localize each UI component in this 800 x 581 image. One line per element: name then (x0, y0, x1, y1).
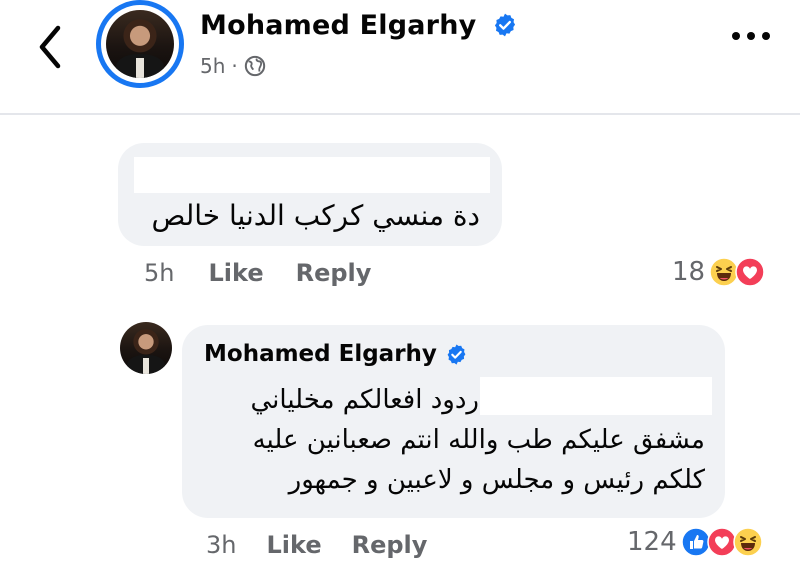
reply-button[interactable]: Reply (352, 531, 428, 559)
divider (0, 113, 800, 115)
comment-bubble[interactable]: دة منسي كركب الدنيا خالص (118, 143, 502, 246)
reply-button[interactable]: Reply (296, 259, 372, 287)
meta-separator: · (231, 54, 238, 78)
verified-badge-icon (447, 343, 466, 365)
comment-text: دة منسي كركب الدنيا خالص (151, 199, 480, 232)
comment-time[interactable]: 5h (144, 259, 174, 287)
reply-reactions[interactable]: 124 (627, 527, 763, 557)
redacted-name-box (134, 157, 490, 193)
globe-icon (244, 55, 265, 77)
reply-line: كلكم رئيس و مجلس و لاعبين و جمهور (288, 465, 705, 495)
avatar (106, 10, 174, 78)
like-button[interactable]: Like (266, 531, 321, 559)
reply-line: ردود افعالكم مخلياني (250, 385, 480, 415)
redacted-mention-box (480, 377, 712, 415)
reply-actions: 3h Like Reply (206, 531, 427, 559)
author-name-row[interactable]: Mohamed Elgarhy (200, 10, 518, 41)
author-name[interactable]: Mohamed Elgarhy (200, 10, 476, 41)
comment-reactions[interactable]: 18 (672, 257, 765, 287)
post-meta: 5h · (200, 54, 266, 78)
reply-author-avatar[interactable] (120, 322, 172, 374)
reaction-count: 18 (672, 257, 706, 287)
love-reaction-icon (735, 257, 765, 287)
haha-reaction-icon (732, 527, 763, 557)
post-time[interactable]: 5h (200, 54, 225, 78)
more-options-icon[interactable] (732, 32, 770, 40)
post-header: Mohamed Elgarhy 5h · (0, 0, 800, 100)
reply-line: مشفق عليكم طب والله انتم صعبانين عليه (252, 425, 705, 455)
reaction-count: 124 (627, 527, 677, 557)
author-avatar[interactable] (96, 0, 184, 88)
like-button[interactable]: Like (208, 259, 263, 287)
reply-author-row[interactable]: Mohamed Elgarhy (204, 341, 468, 367)
comment-actions: 5h Like Reply (144, 259, 371, 287)
reply-bubble[interactable]: Mohamed Elgarhy ردود افعالكم مخلياني مشف… (182, 325, 725, 518)
verified-badge-icon (494, 13, 516, 36)
reply-time[interactable]: 3h (206, 531, 236, 559)
chevron-left-icon[interactable] (30, 22, 70, 72)
truncated-text (300, 96, 370, 110)
reply-author-name[interactable]: Mohamed Elgarhy (204, 341, 437, 367)
